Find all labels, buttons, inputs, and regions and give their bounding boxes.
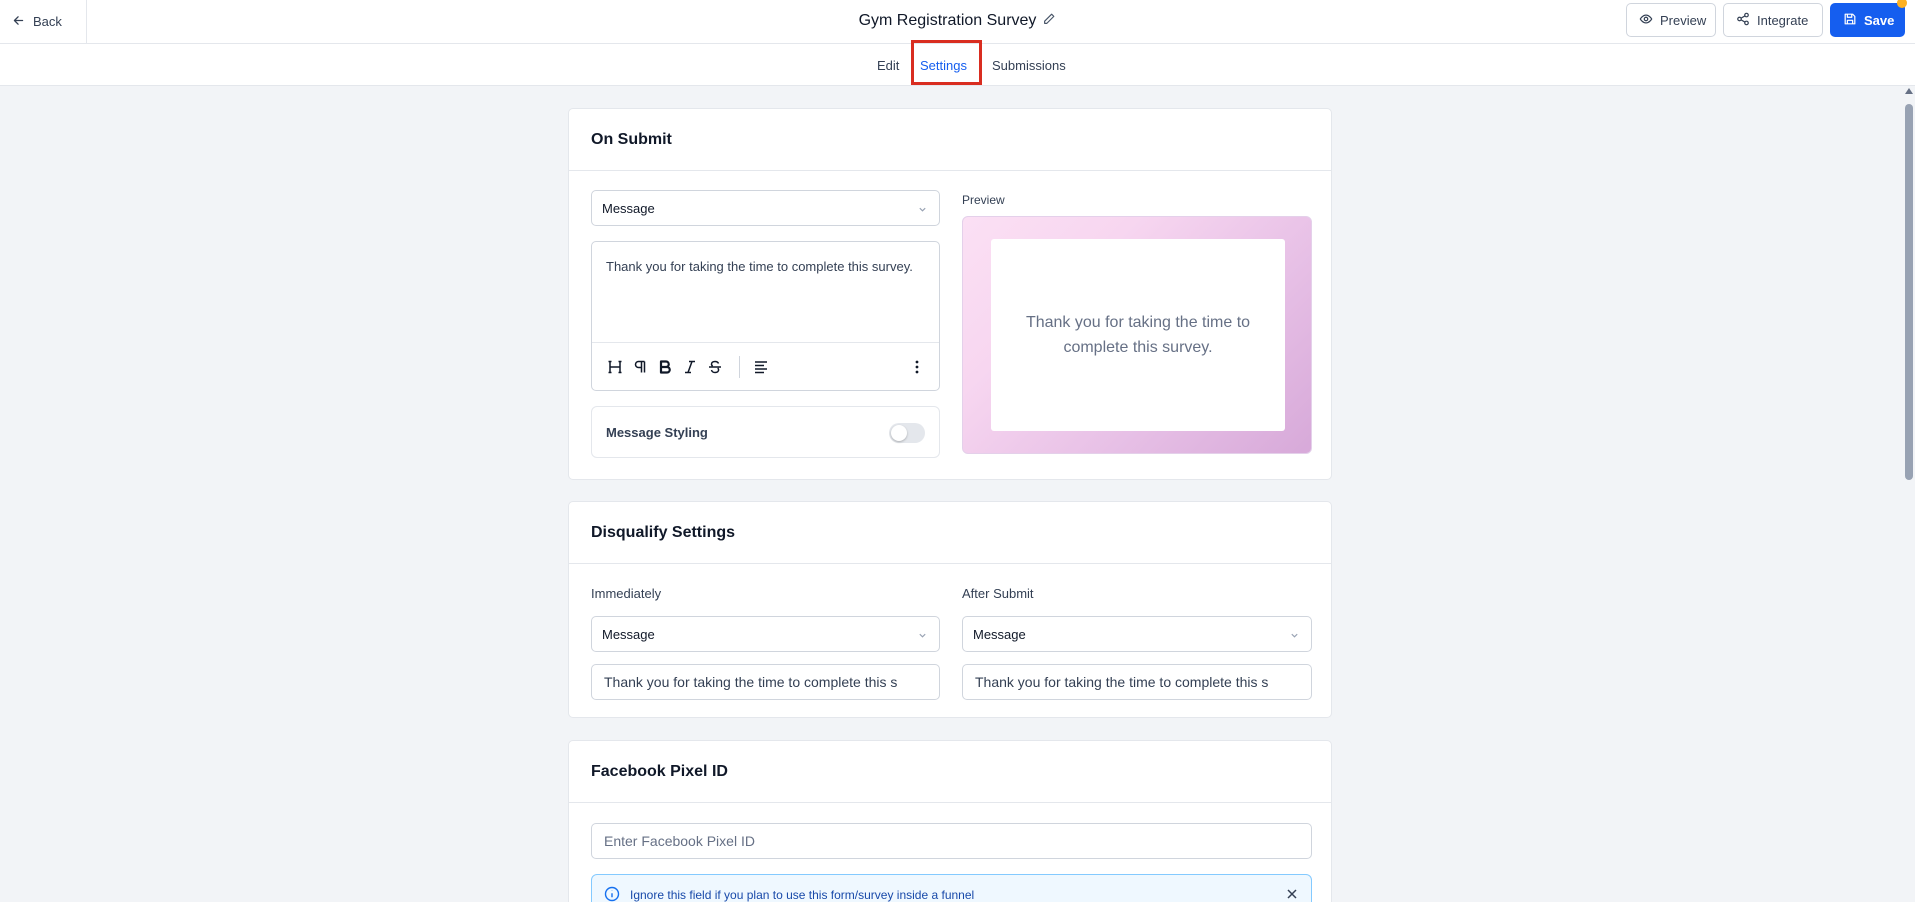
on-submit-card: On Submit Message Thank you for taking t… (568, 108, 1332, 480)
immediately-select-value: Message (602, 626, 655, 642)
integrate-label: Integrate (1757, 12, 1809, 28)
after-submit-select-value: Message (973, 626, 1026, 642)
integrate-button[interactable]: Integrate (1723, 3, 1823, 37)
message-preview-text: Thank you for taking the time to complet… (991, 239, 1285, 431)
message-editor-text[interactable]: Thank you for taking the time to complet… (606, 256, 916, 277)
facebook-pixel-heading: Facebook Pixel ID (569, 741, 1331, 803)
info-icon (604, 886, 620, 902)
message-styling-row: Message Styling (591, 406, 940, 458)
top-bar: Back Gym Registration Survey Preview Int… (0, 0, 1915, 44)
save-button[interactable]: Save (1830, 3, 1905, 37)
chevron-down-icon (919, 633, 926, 638)
immediately-message-input[interactable]: Thank you for taking the time to complet… (591, 664, 940, 700)
funnel-info-alert: Ignore this field if you plan to use thi… (591, 874, 1312, 902)
save-label: Save (1864, 12, 1895, 28)
disqualify-settings-card: Disqualify Settings Immediately Message … (568, 501, 1332, 718)
survey-title: Gym Registration Survey (858, 12, 1037, 29)
chevron-down-icon (919, 207, 926, 212)
on-submit-action-select[interactable]: Message (591, 190, 940, 226)
back-button[interactable]: Back (0, 0, 87, 43)
preview-button[interactable]: Preview (1626, 3, 1716, 37)
message-editor[interactable]: Thank you for taking the time to complet… (591, 241, 940, 391)
pencil-icon[interactable] (1042, 12, 1056, 31)
scroll-up-arrow-icon[interactable] (1905, 88, 1913, 94)
eye-icon (1639, 12, 1653, 29)
bold-icon[interactable] (656, 357, 674, 377)
editor-toolbar (592, 342, 939, 390)
notification-dot (1897, 0, 1907, 8)
tab-edit[interactable]: Edit (877, 44, 899, 86)
scrollbar-thumb[interactable] (1905, 104, 1913, 480)
arrow-left-icon (12, 14, 25, 30)
share-icon (1736, 12, 1750, 29)
disqualify-heading: Disqualify Settings (569, 502, 1331, 564)
preview-label: Preview (1660, 12, 1707, 28)
close-icon[interactable] (1285, 887, 1299, 901)
toolbar-divider (739, 356, 740, 378)
settings-tab-highlight (911, 40, 982, 85)
message-styling-label: Message Styling (606, 425, 708, 440)
heading-icon[interactable] (606, 357, 624, 377)
facebook-pixel-input[interactable]: Enter Facebook Pixel ID (591, 823, 1312, 859)
more-vertical-icon[interactable] (908, 357, 926, 377)
preview-label: Preview (962, 193, 1005, 207)
back-label: Back (33, 14, 62, 29)
paragraph-icon[interactable] (631, 357, 649, 377)
immediately-label: Immediately (591, 586, 662, 601)
tab-submissions[interactable]: Submissions (992, 44, 1066, 86)
align-left-icon[interactable] (752, 357, 770, 377)
italic-icon[interactable] (681, 357, 699, 377)
on-submit-action-value: Message (602, 200, 655, 216)
immediately-select[interactable]: Message (591, 616, 940, 652)
funnel-info-text: Ignore this field if you plan to use thi… (630, 888, 975, 902)
message-styling-toggle[interactable] (889, 423, 925, 443)
toggle-knob (891, 425, 907, 441)
on-submit-heading: On Submit (569, 109, 1331, 171)
after-submit-label: After Submit (962, 586, 1034, 601)
save-icon (1843, 12, 1857, 29)
strikethrough-icon[interactable] (706, 357, 724, 377)
page-scrollbar[interactable] (1902, 86, 1915, 902)
after-submit-message-input[interactable]: Thank you for taking the time to complet… (962, 664, 1312, 700)
after-submit-select[interactable]: Message (962, 616, 1312, 652)
chevron-down-icon (1291, 633, 1298, 638)
message-preview: Thank you for taking the time to complet… (962, 216, 1312, 454)
facebook-pixel-card: Facebook Pixel ID Enter Facebook Pixel I… (568, 740, 1332, 902)
